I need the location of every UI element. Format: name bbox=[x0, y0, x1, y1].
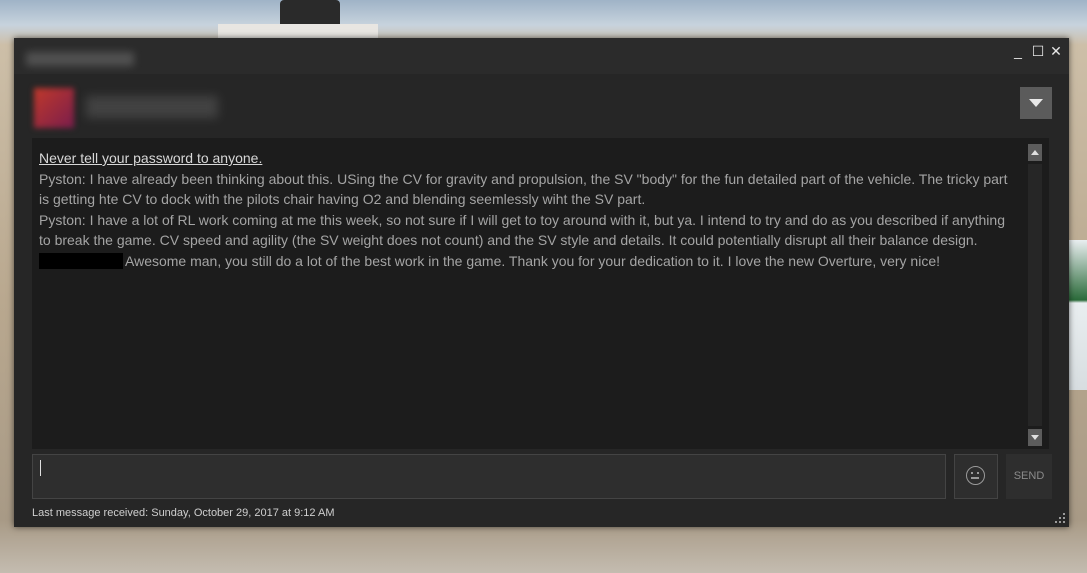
text-caret bbox=[40, 460, 41, 476]
close-button[interactable]: ✕ bbox=[1047, 42, 1065, 60]
scroll-track[interactable] bbox=[1028, 164, 1042, 426]
chat-message-row: Awesome man, you still do a lot of the b… bbox=[39, 251, 1019, 272]
chat-log: Never tell your password to anyone. Pyst… bbox=[32, 138, 1049, 449]
friend-name-blurred bbox=[86, 96, 218, 118]
chat-scrollbar[interactable] bbox=[1028, 144, 1042, 446]
window-title-blurred bbox=[26, 52, 134, 66]
send-button[interactable]: SEND bbox=[1006, 454, 1052, 499]
message-list: Never tell your password to anyone. Pyst… bbox=[39, 148, 1019, 271]
friend-header bbox=[14, 74, 1069, 138]
avatar[interactable] bbox=[34, 88, 74, 128]
emoticon-button[interactable] bbox=[954, 454, 998, 499]
message-input[interactable] bbox=[32, 454, 946, 499]
chat-message: Pyston: I have already been thinking abo… bbox=[39, 170, 1008, 208]
background-pole bbox=[280, 0, 340, 26]
title-bar[interactable]: _ ☐ ✕ bbox=[14, 38, 1069, 75]
chat-message: Awesome man, you still do a lot of the b… bbox=[125, 252, 941, 269]
scroll-down-button[interactable] bbox=[1028, 429, 1042, 446]
minimize-button[interactable]: _ bbox=[1009, 42, 1027, 60]
options-dropdown-button[interactable] bbox=[1020, 87, 1052, 119]
chat-message: Pyston: I have a lot of RL work coming a… bbox=[39, 211, 1005, 249]
last-message-status: Last message received: Sunday, October 2… bbox=[32, 507, 335, 519]
scroll-up-button[interactable] bbox=[1028, 144, 1042, 161]
smiley-icon bbox=[966, 466, 985, 485]
chat-window: _ ☐ ✕ Never tell your password to anyone… bbox=[14, 38, 1069, 527]
maximize-button[interactable]: ☐ bbox=[1029, 42, 1047, 60]
background-sign bbox=[218, 24, 378, 38]
redacted-sender-name bbox=[39, 252, 123, 269]
chevron-down-icon bbox=[1029, 99, 1043, 107]
password-warning: Never tell your password to anyone. bbox=[39, 150, 263, 166]
resize-grip-icon[interactable] bbox=[1055, 513, 1065, 523]
